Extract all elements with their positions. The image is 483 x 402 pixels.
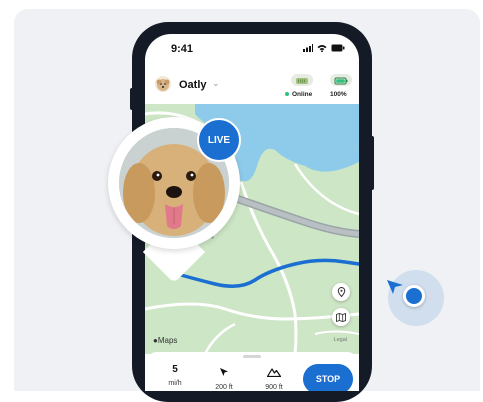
tracking-panel: 5 mi/h 200 ft 900 ft STOP: [145, 352, 359, 391]
tracker-battery-icon: [330, 74, 352, 86]
map-icon: [336, 312, 346, 322]
phone-battery-icon: [331, 44, 345, 52]
navigation-arrow-icon: [220, 368, 228, 376]
connection-status: Online: [285, 91, 312, 98]
battery-percent: 100%: [330, 91, 347, 98]
pet-avatar: [155, 76, 171, 92]
signal-icon: [303, 44, 313, 52]
distance-stat: 200 ft: [204, 364, 244, 391]
mountain-icon: [266, 368, 282, 378]
speed-unit: mi/h: [168, 380, 182, 387]
stop-button[interactable]: STOP: [303, 364, 353, 391]
elevation-stat: 900 ft: [254, 364, 294, 391]
pet-name: Oatly: [179, 79, 207, 91]
tracker-device-icon: [291, 74, 313, 86]
status-time: 9:41: [171, 43, 194, 55]
map-mode-button[interactable]: [332, 308, 350, 326]
connection-status-text: Online: [292, 91, 313, 98]
distance-value: 200 ft: [215, 384, 233, 391]
speed-value: 5: [172, 364, 178, 375]
location-pin-icon: [337, 287, 345, 297]
status-icons: [303, 44, 345, 52]
status-bar: 9:41: [145, 34, 359, 64]
elevation-value: 900 ft: [265, 384, 283, 391]
live-badge: LIVE: [197, 118, 241, 162]
legal-link[interactable]: Legal: [334, 337, 347, 343]
wifi-icon: [317, 45, 327, 52]
panel-grabber[interactable]: [243, 355, 261, 358]
online-dot: [285, 92, 289, 97]
pet-header[interactable]: Oatly ⌄ Online 100%: [145, 64, 359, 104]
location-pin-button[interactable]: [332, 283, 350, 301]
speed-stat: 5 mi/h: [155, 364, 195, 387]
chevron-down-icon[interactable]: ⌄: [212, 78, 220, 89]
maps-logo-text: Maps: [157, 336, 178, 345]
maps-logo: ●Maps: [153, 336, 177, 345]
heading-arrow-icon: [387, 280, 403, 294]
user-location-dot: [403, 285, 425, 307]
